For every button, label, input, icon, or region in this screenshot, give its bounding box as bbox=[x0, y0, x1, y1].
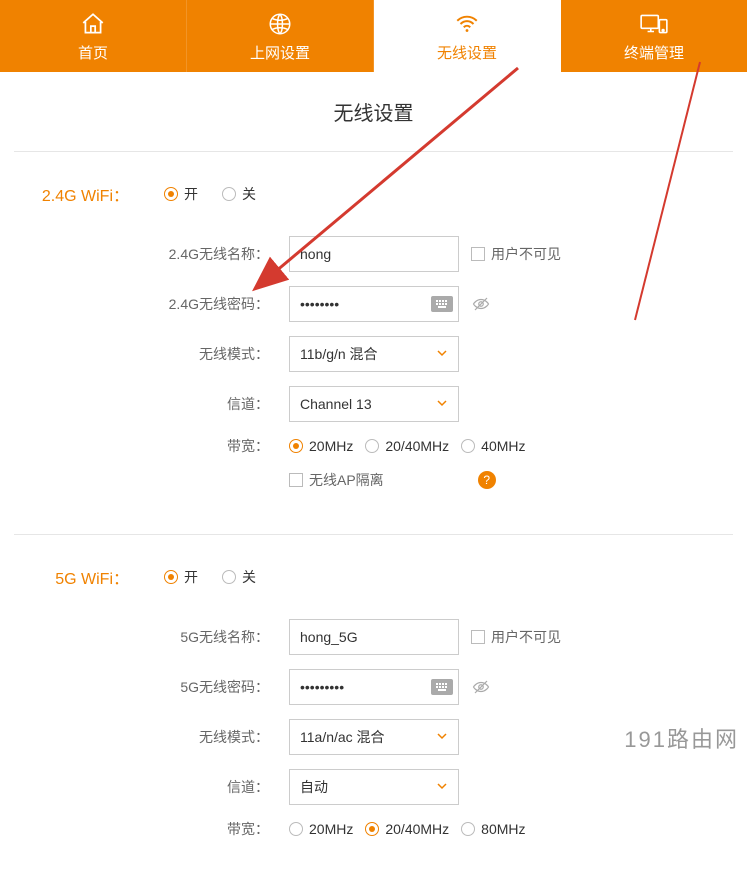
tab-wireless-label: 无线设置 bbox=[437, 42, 497, 63]
radio-5g-off-label: 关 bbox=[242, 567, 256, 587]
radio-24g-off-label: 关 bbox=[242, 184, 256, 204]
radio-icon bbox=[164, 187, 178, 201]
checkbox-icon bbox=[471, 630, 485, 644]
tab-devices[interactable]: 终端管理 bbox=[561, 0, 747, 72]
chevron-down-icon bbox=[436, 346, 448, 362]
tab-devices-label: 终端管理 bbox=[624, 42, 684, 63]
tab-home[interactable]: 首页 bbox=[0, 0, 187, 72]
label-24g-channel: 信道： bbox=[14, 394, 269, 414]
tab-internet-label: 上网设置 bbox=[250, 42, 310, 63]
radio-icon bbox=[461, 439, 475, 453]
chevron-down-icon bbox=[436, 396, 448, 412]
radio-24g-bw-40-label: 40MHz bbox=[481, 438, 525, 454]
label-24g-bw: 带宽： bbox=[14, 436, 269, 456]
page-title: 无线设置 bbox=[0, 97, 747, 126]
check-24g-hide[interactable]: 用户不可见 bbox=[471, 244, 561, 264]
radio-icon bbox=[365, 439, 379, 453]
keyboard-icon[interactable] bbox=[431, 679, 453, 695]
radio-icon bbox=[461, 822, 475, 836]
chevron-down-icon bbox=[436, 779, 448, 795]
check-5g-hide-label: 用户不可见 bbox=[491, 627, 561, 647]
select-24g-channel-value: Channel 13 bbox=[300, 396, 372, 412]
radio-icon bbox=[289, 822, 303, 836]
radio-5g-bw-2040[interactable]: 20/40MHz bbox=[365, 821, 449, 837]
radio-icon bbox=[365, 822, 379, 836]
radio-5g-bw-2040-label: 20/40MHz bbox=[385, 821, 449, 837]
tab-home-label: 首页 bbox=[78, 42, 108, 63]
radio-5g-bw-20-label: 20MHz bbox=[309, 821, 353, 837]
radio-5g-bw-80-label: 80MHz bbox=[481, 821, 525, 837]
label-5g-channel: 信道： bbox=[14, 777, 269, 797]
eye-off-icon[interactable] bbox=[471, 295, 491, 313]
radio-icon bbox=[164, 570, 178, 584]
top-tabs: 首页 上网设置 无线设置 终端管理 bbox=[0, 0, 747, 72]
input-24g-ssid[interactable] bbox=[289, 236, 459, 272]
label-5g-mode: 无线模式： bbox=[14, 727, 269, 747]
label-5g-ssid: 5G无线名称： bbox=[14, 627, 269, 647]
select-24g-mode-value: 11b/g/n 混合 bbox=[300, 344, 378, 364]
section-24g: 2.4G WiFi： 开 关 2.4G无线名称： 用户不可见 2.4G无线密码： bbox=[14, 151, 733, 534]
tab-internet[interactable]: 上网设置 bbox=[187, 0, 374, 72]
label-24g-mode: 无线模式： bbox=[14, 344, 269, 364]
select-5g-channel-value: 自动 bbox=[300, 777, 328, 797]
radio-24g-bw-2040[interactable]: 20/40MHz bbox=[365, 438, 449, 454]
radio-icon bbox=[222, 187, 236, 201]
check-24g-hide-label: 用户不可见 bbox=[491, 244, 561, 264]
radio-24g-on-label: 开 bbox=[184, 184, 198, 204]
section-5g: 5G WiFi： 开 关 5G无线名称： 用户不可见 5G无线密码： bbox=[14, 534, 733, 883]
label-24g-pwd: 2.4G无线密码： bbox=[14, 294, 269, 314]
check-24g-apisolate[interactable]: 无线AP隔离 bbox=[289, 470, 384, 490]
keyboard-icon[interactable] bbox=[431, 296, 453, 312]
label-5g-pwd: 5G无线密码： bbox=[14, 677, 269, 697]
home-icon bbox=[79, 10, 107, 38]
radio-icon bbox=[222, 570, 236, 584]
radio-24g-bw-40[interactable]: 40MHz bbox=[461, 438, 525, 454]
radio-icon bbox=[289, 439, 303, 453]
radio-24g-on[interactable]: 开 bbox=[164, 184, 198, 204]
section-24g-title: 2.4G WiFi： bbox=[14, 182, 129, 206]
watermark: 191路由网 bbox=[624, 722, 739, 754]
section-5g-title: 5G WiFi： bbox=[14, 565, 129, 589]
help-icon[interactable]: ? bbox=[478, 471, 496, 489]
check-5g-hide[interactable]: 用户不可见 bbox=[471, 627, 561, 647]
label-5g-bw: 带宽： bbox=[14, 819, 269, 839]
select-5g-channel[interactable]: 自动 bbox=[289, 769, 459, 805]
devices-icon bbox=[639, 10, 669, 38]
input-5g-ssid[interactable] bbox=[289, 619, 459, 655]
radio-24g-bw-2040-label: 20/40MHz bbox=[385, 438, 449, 454]
select-24g-channel[interactable]: Channel 13 bbox=[289, 386, 459, 422]
radio-24g-bw-20[interactable]: 20MHz bbox=[289, 438, 353, 454]
select-5g-mode-value: 11a/n/ac 混合 bbox=[300, 727, 385, 747]
checkbox-icon bbox=[289, 473, 303, 487]
radio-5g-on[interactable]: 开 bbox=[164, 567, 198, 587]
chevron-down-icon bbox=[436, 729, 448, 745]
checkbox-icon bbox=[471, 247, 485, 261]
radio-24g-off[interactable]: 关 bbox=[222, 184, 256, 204]
radio-5g-on-label: 开 bbox=[184, 567, 198, 587]
eye-off-icon[interactable] bbox=[471, 678, 491, 696]
globe-icon bbox=[266, 10, 294, 38]
label-24g-ssid: 2.4G无线名称： bbox=[14, 244, 269, 264]
select-24g-mode[interactable]: 11b/g/n 混合 bbox=[289, 336, 459, 372]
select-5g-mode[interactable]: 11a/n/ac 混合 bbox=[289, 719, 459, 755]
radio-5g-bw-20[interactable]: 20MHz bbox=[289, 821, 353, 837]
radio-24g-bw-20-label: 20MHz bbox=[309, 438, 353, 454]
wifi-icon bbox=[452, 10, 482, 38]
tab-wireless[interactable]: 无线设置 bbox=[374, 0, 561, 72]
check-24g-apisolate-label: 无线AP隔离 bbox=[309, 470, 384, 490]
radio-5g-bw-80[interactable]: 80MHz bbox=[461, 821, 525, 837]
page-content: 无线设置 2.4G WiFi： 开 关 2.4G无线名称： 用户不可见 2.4G… bbox=[0, 72, 747, 883]
radio-5g-off[interactable]: 关 bbox=[222, 567, 256, 587]
